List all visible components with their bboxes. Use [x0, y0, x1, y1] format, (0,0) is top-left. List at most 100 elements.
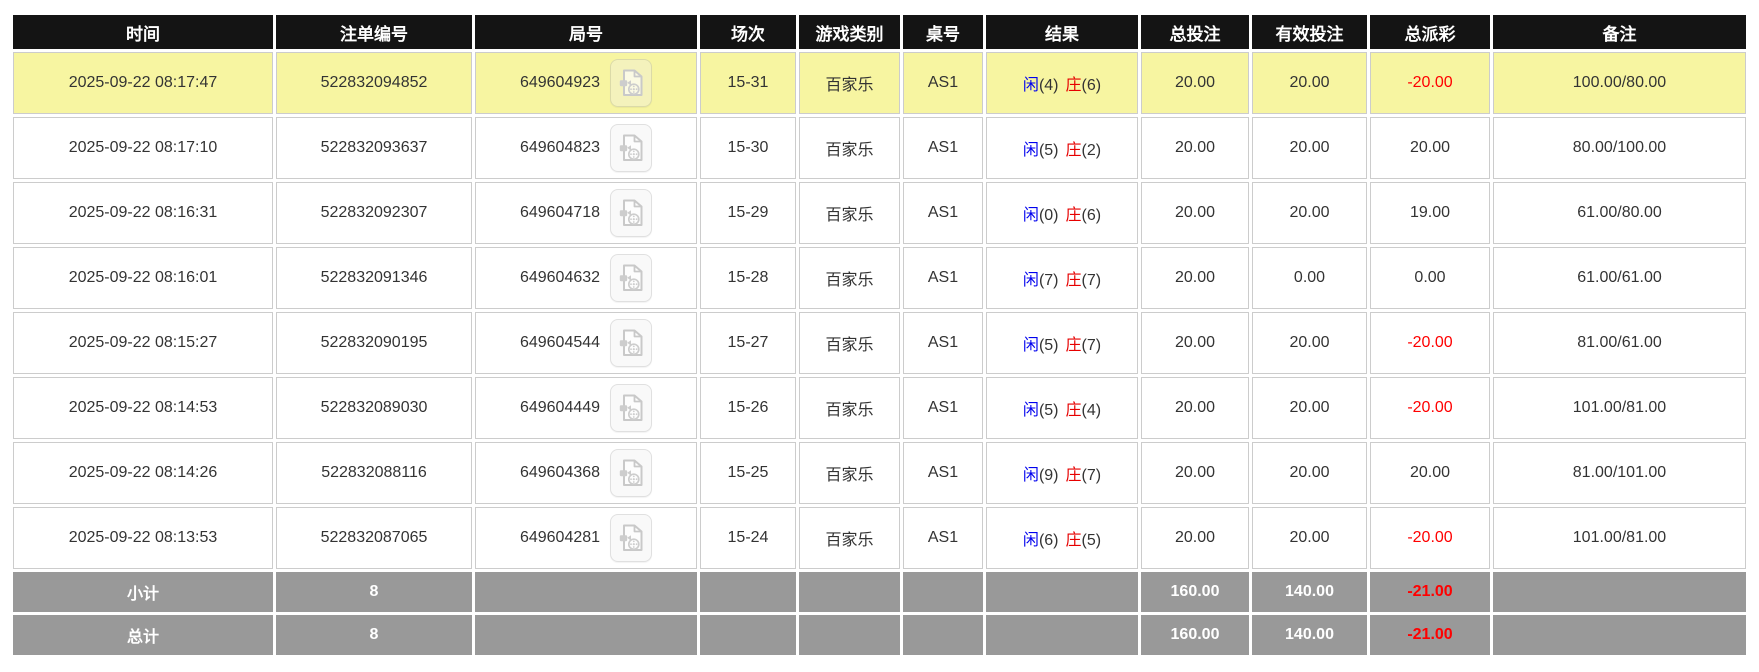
round-video-button[interactable] — [610, 189, 653, 237]
cell-game-type: 百家乐 — [799, 442, 900, 504]
cell-time: 2025-09-22 08:15:27 — [13, 312, 273, 374]
cell-game-type: 百家乐 — [799, 377, 900, 439]
round-video-button[interactable] — [610, 319, 653, 367]
total-payout: -21.00 — [1370, 615, 1490, 655]
cell-result: 闲(7) 庄(7) — [986, 247, 1138, 309]
cell-remark: 81.00/101.00 — [1493, 442, 1746, 504]
subtotal-total-bet: 160.00 — [1141, 572, 1249, 612]
video-file-icon — [619, 199, 643, 226]
cell-total-bet: 20.00 — [1141, 182, 1249, 244]
cell-empty — [475, 572, 697, 612]
player-result-value: (4) — [1038, 77, 1059, 94]
cell-bet-id: 522832090195 — [276, 312, 472, 374]
video-file-icon — [619, 524, 643, 551]
cell-payout: 20.00 — [1370, 442, 1490, 504]
bet-record-row: 2025-09-22 08:14:53 522832089030 6496044… — [13, 377, 1746, 439]
cell-bet-id: 522832094852 — [276, 52, 472, 114]
cell-valid-bet: 20.00 — [1252, 117, 1367, 179]
column-header-result: 结果 — [986, 15, 1138, 49]
player-result-value: (5) — [1038, 402, 1059, 419]
cell-bet-id: 522832087065 — [276, 507, 472, 569]
cell-time: 2025-09-22 08:14:26 — [13, 442, 273, 504]
cell-empty — [475, 615, 697, 655]
cell-total-bet: 20.00 — [1141, 312, 1249, 374]
player-result-label: 闲 — [1022, 77, 1039, 94]
round-video-button[interactable] — [610, 59, 653, 107]
cell-payout: 19.00 — [1370, 182, 1490, 244]
round-video-button[interactable] — [610, 514, 653, 562]
cell-total-bet: 20.00 — [1141, 52, 1249, 114]
total-label: 总计 — [13, 615, 273, 655]
cell-valid-bet: 0.00 — [1252, 247, 1367, 309]
subtotal-count: 8 — [276, 572, 472, 612]
bet-record-row: 2025-09-22 08:15:27 522832090195 6496045… — [13, 312, 1746, 374]
cell-bet-id: 522832091346 — [276, 247, 472, 309]
cell-round: 649604368 — [475, 442, 697, 504]
round-id-group: 649604368 — [480, 449, 692, 497]
column-header-session: 场次 — [700, 15, 796, 49]
round-id-group: 649604718 — [480, 189, 692, 237]
cell-table-no: AS1 — [903, 117, 983, 179]
cell-result: 闲(5) 庄(4) — [986, 377, 1138, 439]
cell-round: 649604449 — [475, 377, 697, 439]
player-result-value: (5) — [1038, 142, 1059, 159]
banker-result-label: 庄 — [1065, 207, 1082, 224]
cell-game-type: 百家乐 — [799, 507, 900, 569]
total-count: 8 — [276, 615, 472, 655]
cell-total-bet: 20.00 — [1141, 507, 1249, 569]
bet-record-row: 2025-09-22 08:17:10 522832093637 6496048… — [13, 117, 1746, 179]
column-header-remark: 备注 — [1493, 15, 1746, 49]
cell-remark: 61.00/80.00 — [1493, 182, 1746, 244]
banker-result-value: (7) — [1081, 272, 1102, 289]
cell-remark: 101.00/81.00 — [1493, 377, 1746, 439]
round-video-button[interactable] — [610, 384, 653, 432]
cell-round: 649604281 — [475, 507, 697, 569]
round-video-button[interactable] — [610, 124, 653, 172]
cell-payout: -20.00 — [1370, 377, 1490, 439]
cell-game-type: 百家乐 — [799, 117, 900, 179]
banker-result-label: 庄 — [1065, 272, 1082, 289]
round-id: 649604632 — [519, 269, 601, 286]
cell-empty — [700, 572, 796, 612]
cell-payout: -20.00 — [1370, 312, 1490, 374]
cell-game-type: 百家乐 — [799, 52, 900, 114]
column-header-total-bet: 总投注 — [1141, 15, 1249, 49]
cell-bet-id: 522832089030 — [276, 377, 472, 439]
video-file-icon — [619, 459, 643, 486]
player-result-label: 闲 — [1022, 402, 1039, 419]
round-id-group: 649604449 — [480, 384, 692, 432]
cell-time: 2025-09-22 08:17:10 — [13, 117, 273, 179]
cell-valid-bet: 20.00 — [1252, 442, 1367, 504]
cell-valid-bet: 20.00 — [1252, 312, 1367, 374]
column-header-bet-id: 注单编号 — [276, 15, 472, 49]
cell-payout: 0.00 — [1370, 247, 1490, 309]
round-video-button[interactable] — [610, 254, 653, 302]
player-result-value: (6) — [1038, 532, 1059, 549]
video-file-icon — [619, 69, 643, 96]
cell-table-no: AS1 — [903, 247, 983, 309]
cell-payout: -20.00 — [1370, 52, 1490, 114]
cell-time: 2025-09-22 08:13:53 — [13, 507, 273, 569]
cell-table-no: AS1 — [903, 442, 983, 504]
cell-empty — [903, 572, 983, 612]
round-id: 649604449 — [519, 399, 601, 416]
cell-payout: 20.00 — [1370, 117, 1490, 179]
player-result-label: 闲 — [1022, 467, 1039, 484]
bet-records-table: 时间 注单编号 局号 场次 游戏类别 桌号 结果 总投注 有效投注 总派彩 备注… — [10, 12, 1749, 658]
bet-record-row: 2025-09-22 08:16:31 522832092307 6496047… — [13, 182, 1746, 244]
subtotal-label: 小计 — [13, 572, 273, 612]
cell-table-no: AS1 — [903, 312, 983, 374]
column-header-table-no: 桌号 — [903, 15, 983, 49]
banker-result-value: (4) — [1081, 402, 1102, 419]
cell-round: 649604718 — [475, 182, 697, 244]
subtotal-valid-bet: 140.00 — [1252, 572, 1367, 612]
player-result-label: 闲 — [1022, 142, 1039, 159]
cell-empty — [986, 615, 1138, 655]
cell-round: 649604632 — [475, 247, 697, 309]
cell-total-bet: 20.00 — [1141, 442, 1249, 504]
round-video-button[interactable] — [610, 449, 653, 497]
cell-game-type: 百家乐 — [799, 247, 900, 309]
cell-empty — [799, 572, 900, 612]
column-header-valid-bet: 有效投注 — [1252, 15, 1367, 49]
cell-remark: 101.00/81.00 — [1493, 507, 1746, 569]
